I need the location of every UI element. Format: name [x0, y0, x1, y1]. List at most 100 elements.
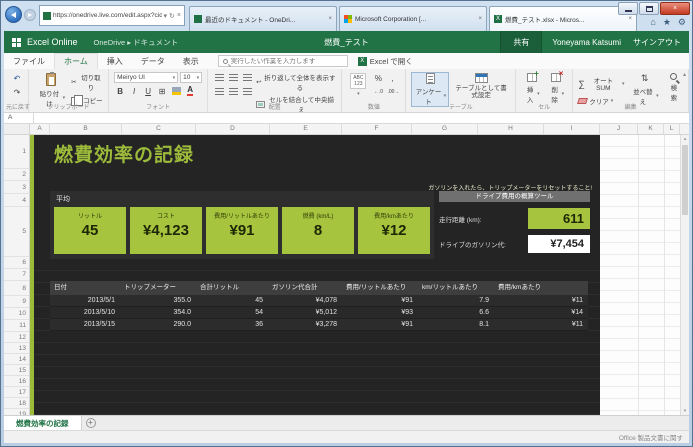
table-row[interactable]: 2013/5/10354.054¥5,012¥936.6¥14 [50, 307, 588, 319]
row-header-17[interactable]: 17 [4, 387, 29, 398]
row-header-9[interactable]: 9 [4, 296, 29, 308]
table-cell[interactable]: 36 [196, 319, 268, 330]
table-cell[interactable]: ¥11 [494, 295, 588, 306]
kpi-cell[interactable]: 燃費 (km/L)8 [282, 207, 354, 254]
font-size-select[interactable]: 10▾ [180, 72, 202, 83]
add-sheet-button[interactable]: + [82, 416, 100, 430]
column-header-a[interactable]: A [30, 124, 50, 134]
column-header-j[interactable]: J [600, 124, 638, 134]
table-cell[interactable]: 2013/5/1 [50, 295, 120, 306]
underline-button[interactable]: U [142, 85, 154, 97]
row-header-7[interactable]: 7 [4, 269, 29, 281]
table-cell[interactable]: ¥93 [342, 307, 418, 318]
row-header-3[interactable]: 3 [4, 181, 29, 194]
wrap-text-button[interactable]: ↩折り返して全体を表示する [256, 72, 336, 92]
table-cell[interactable]: ¥11 [494, 319, 588, 330]
browser-tab[interactable]: 最近のドキュメント - OneDri...× [189, 6, 337, 31]
row-header-16[interactable]: 16 [4, 376, 29, 387]
column-header-f[interactable]: F [342, 124, 412, 134]
row-header-18[interactable]: 18 [4, 398, 29, 409]
signout-button[interactable]: サインアウト [631, 37, 689, 48]
table-cell[interactable]: 45 [196, 295, 268, 306]
row-header-15[interactable]: 15 [4, 365, 29, 376]
find-button[interactable]: 検索 [665, 72, 683, 103]
user-name[interactable]: Yoneyama Katsumi [542, 38, 631, 47]
open-in-excel-button[interactable]: Excel で開く [358, 56, 413, 67]
row-header-12[interactable]: 12 [4, 332, 29, 343]
scroll-down-icon[interactable]: ▾ [681, 408, 689, 414]
column-header-b[interactable]: B [50, 124, 122, 134]
table-cell[interactable]: 290.0 [120, 319, 196, 330]
align-right-button[interactable] [241, 86, 253, 98]
cut-button[interactable]: ✂切り取り [71, 72, 103, 92]
redo-button[interactable]: ↷ [11, 86, 23, 98]
settings-gear-icon[interactable]: ⚙ [678, 17, 686, 28]
vertical-scrollbar[interactable]: ▴ ▾ [680, 135, 689, 415]
table-cell[interactable]: 2013/5/15 [50, 319, 120, 330]
table-cell[interactable]: ¥91 [342, 295, 418, 306]
borders-button[interactable]: ⊞ [156, 85, 168, 97]
table-cell[interactable]: ¥3,278 [268, 319, 342, 330]
forward-button[interactable] [24, 9, 36, 21]
autosum-button[interactable]: ∑オート SUM▾ [578, 75, 624, 92]
row-header-11[interactable]: 11 [4, 320, 29, 332]
column-header-i[interactable]: I [544, 124, 600, 134]
breadcrumb[interactable]: OneDrive ▸ ドキュメント [94, 37, 179, 48]
comma-style-button[interactable]: , [386, 72, 398, 84]
distance-input-cell[interactable]: 611 [528, 208, 590, 229]
tab-close-icon[interactable]: × [628, 16, 632, 22]
table-row[interactable]: 2013/5/15290.036¥3,278¥918.1¥11 [50, 319, 588, 331]
kpi-cell[interactable]: コスト¥4,123 [130, 207, 202, 254]
share-button[interactable]: 共有 [500, 31, 542, 53]
home-icon[interactable]: ⌂ [650, 17, 655, 28]
column-header-e[interactable]: E [270, 124, 342, 134]
app-launcher-icon[interactable] [12, 38, 21, 47]
tab-close-icon[interactable]: × [478, 16, 482, 22]
fill-color-button[interactable] [170, 85, 182, 97]
tell-me-search[interactable] [218, 55, 348, 67]
ribbon-tab-data[interactable]: データ [132, 53, 174, 69]
column-header-c[interactable]: C [122, 124, 196, 134]
row-header-14[interactable]: 14 [4, 354, 29, 365]
font-name-select[interactable]: Meiryo UI▾ [114, 72, 178, 83]
ribbon-tab-insert[interactable]: 挿入 [98, 53, 132, 69]
table-cell[interactable]: 355.0 [120, 295, 196, 306]
format-as-table-button[interactable]: テーブルとして書式設定 [452, 72, 510, 101]
empty-cells-region[interactable] [600, 135, 680, 415]
column-header-l[interactable]: L [664, 124, 680, 134]
table-row[interactable]: 2013/5/1355.045¥4,078¥917.9¥11 [50, 295, 588, 307]
table-cell[interactable]: 54 [196, 307, 268, 318]
ribbon-tab-view[interactable]: 表示 [174, 53, 208, 69]
browser-tab[interactable]: 燃費_テスト.xlsx - Micros...× [489, 6, 637, 31]
scroll-up-icon[interactable]: ▴ [681, 136, 689, 142]
ribbon-tab-file[interactable]: ファイル [4, 53, 54, 69]
column-header-k[interactable]: K [638, 124, 664, 134]
select-all-corner[interactable] [4, 124, 30, 134]
align-left-button[interactable] [213, 86, 225, 98]
align-top-button[interactable] [213, 72, 225, 84]
percent-style-button[interactable]: % [372, 72, 384, 84]
table-cell[interactable]: 2013/5/10 [50, 307, 120, 318]
row-header-2[interactable]: 2 [4, 169, 29, 181]
table-cell[interactable]: 8.1 [418, 319, 494, 330]
table-cell[interactable]: 6.6 [418, 307, 494, 318]
column-header-h[interactable]: H [478, 124, 544, 134]
table-cell[interactable]: ¥14 [494, 307, 588, 318]
stop-icon[interactable]: × [177, 12, 181, 19]
column-header-d[interactable]: D [196, 124, 270, 134]
row-header-8[interactable]: 8 [4, 281, 29, 296]
refresh-icon[interactable]: ↻ [169, 12, 175, 20]
row-header-13[interactable]: 13 [4, 343, 29, 354]
tab-close-icon[interactable]: × [328, 16, 332, 22]
sheet-tab[interactable]: 燃費効率の記録 [4, 416, 82, 430]
font-color-button[interactable]: A [184, 85, 196, 97]
sheet-canvas[interactable]: 燃費効率の記録 ガソリンを入れたら、トリップメーターをリセットすること! 平均 … [30, 135, 680, 415]
table-cell[interactable]: ¥5,012 [268, 307, 342, 318]
increase-decimal-button[interactable]: ←.0 [372, 86, 384, 98]
bold-button[interactable]: B [114, 85, 126, 97]
table-cell[interactable]: ¥4,078 [268, 295, 342, 306]
number-format-button[interactable]: ABC123 ▾ [347, 72, 369, 98]
kpi-cell[interactable]: リットル45 [54, 207, 126, 254]
collapse-ribbon-icon[interactable]: ▴ [683, 71, 686, 78]
minimize-button[interactable] [618, 2, 638, 15]
